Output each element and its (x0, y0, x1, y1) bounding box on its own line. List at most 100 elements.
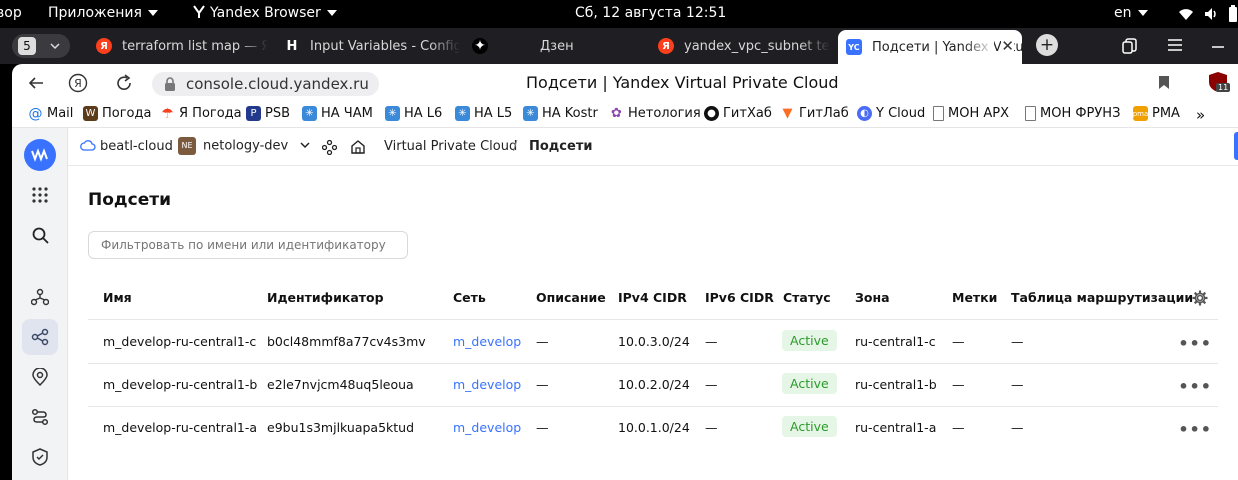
tab-input-variables[interactable]: H Input Variables - Configuration (284, 32, 460, 60)
cell-name[interactable]: m_develop-ru-central1-c (103, 334, 256, 349)
bookmark-na-l6[interactable]: ✳ НА L6 (385, 106, 442, 121)
security-groups-shield-icon[interactable] (22, 439, 58, 475)
screen: вор Приложения Yandex Browser Сб, 12 авг… (0, 0, 1238, 480)
tab-subnets-active[interactable]: YC Подсети | Yandex Virtual Private Clou… (838, 30, 1022, 64)
table-row[interactable]: m_develop-ru-central1-a e9bu1s3mjlkuapa5… (88, 406, 1218, 449)
col-description[interactable]: Описание (536, 290, 606, 305)
breadcrumb-cloud[interactable]: beatl-cloud (80, 139, 173, 154)
battery-icon[interactable] (1228, 5, 1238, 23)
bookmark-mon-frunz[interactable]: МОН ФРУНЗ (1025, 106, 1120, 121)
tab-terraform-list-map[interactable]: Я terraform list map — Яндекс (96, 32, 268, 60)
bookmarks-overflow-icon[interactable]: » (1196, 106, 1205, 124)
services-grid-icon[interactable] (22, 177, 58, 213)
col-ipv4[interactable]: IPv4 CIDR (618, 290, 687, 305)
row-actions-icon[interactable]: ••• (1178, 377, 1212, 396)
yandex-home-icon[interactable]: Я (68, 73, 88, 93)
cell-zone: ru-central1-b (855, 377, 937, 392)
ip-addresses-icon[interactable] (22, 359, 58, 395)
home-icon[interactable] (350, 139, 366, 155)
create-button-edge[interactable] (1234, 132, 1238, 160)
col-status[interactable]: Статус (783, 290, 831, 305)
reload-icon[interactable] (115, 74, 133, 92)
row-actions-icon[interactable]: ••• (1178, 334, 1212, 353)
volume-icon[interactable] (1203, 6, 1219, 22)
new-tab-button[interactable]: + (1036, 34, 1058, 56)
breadcrumb-vpc[interactable]: Virtual Private Cloud (384, 139, 517, 154)
filter-input[interactable] (88, 231, 408, 259)
breadcrumb: beatl-cloud NE netology-dev Virtual Priva… (68, 128, 1238, 166)
chevron-down-icon (147, 10, 158, 16)
subnets-nav-icon[interactable] (22, 319, 58, 355)
bookmark-label: НА L6 (404, 106, 443, 121)
close-tab-icon[interactable]: ✕ (1001, 37, 1014, 55)
tab-dzen[interactable]: ✦ Дзен (472, 32, 642, 60)
col-labels[interactable]: Метки (952, 290, 997, 305)
yandex-cloud-logo-icon[interactable] (24, 139, 56, 171)
page-icon (1025, 106, 1036, 121)
bookmark-label: ГитЛаб (799, 106, 849, 121)
bookmark-na-l5[interactable]: ✳ НА L5 (455, 106, 512, 121)
browser-app-menu[interactable]: Yandex Browser (192, 5, 337, 21)
bookmark-y-cloud[interactable]: ◐ Y Cloud (857, 106, 925, 121)
bookmark-mail[interactable]: @ Mail (28, 106, 73, 122)
cell-network-link[interactable]: m_develop (453, 334, 521, 349)
table-row[interactable]: m_develop-ru-central1-b e2le7nvjcm48uq5l… (88, 363, 1218, 406)
bookmark-pma[interactable]: pma PMA (1133, 106, 1180, 121)
menu-icon[interactable] (1168, 39, 1182, 51)
back-arrow-icon[interactable] (28, 75, 44, 91)
bookmark-label: Y Cloud (876, 106, 926, 121)
bookmark-icon[interactable] (1158, 75, 1170, 90)
col-ipv6[interactable]: IPv6 CIDR (705, 290, 774, 305)
bookmark-ya-pogoda[interactable]: ☂ Я Погода (160, 106, 242, 122)
activities-label[interactable]: вор (0, 5, 22, 21)
breadcrumb-folder[interactable]: NE netology-dev (178, 137, 310, 155)
gitlab-icon: ▼ (780, 106, 795, 121)
cloud-networks-icon[interactable] (22, 279, 58, 315)
bookmark-psb[interactable]: P PSB (246, 106, 290, 121)
bookmark-label: МОН АРХ (948, 106, 1009, 121)
cell-description: — (536, 334, 549, 349)
wave-icon (31, 148, 48, 162)
tab-yandex-vpc-subnet[interactable]: Я yandex_vpc_subnet terraform (658, 32, 830, 60)
collections-icon[interactable] (1122, 38, 1138, 54)
wifi-icon[interactable] (1178, 7, 1194, 21)
route-tables-icon[interactable] (22, 399, 58, 435)
col-id[interactable]: Идентификатор (267, 290, 384, 305)
bookmark-gitlab[interactable]: ▼ ГитЛаб (780, 106, 849, 121)
cell-name[interactable]: m_develop-ru-central1-b (103, 377, 257, 392)
tab-label: Подсети | Yandex Virtual Private Cloud (872, 39, 1022, 55)
col-name[interactable]: Имя (103, 290, 132, 305)
yandex-icon: Я (96, 38, 112, 54)
row-actions-icon[interactable]: ••• (1178, 420, 1212, 439)
col-network[interactable]: Сеть (453, 290, 486, 305)
apps-menu[interactable]: Приложения (48, 5, 158, 21)
apps-menu-label: Приложения (48, 5, 142, 21)
bookmark-github[interactable]: ● ГитХаб (704, 106, 772, 121)
tab-counter-button[interactable]: 5 (12, 34, 70, 58)
bookmark-label: МОН ФРУНЗ (1040, 106, 1121, 121)
cell-network-link[interactable]: m_develop (453, 377, 521, 392)
extension-ublock[interactable]: 11 (1208, 71, 1232, 95)
gear-icon[interactable] (1192, 290, 1208, 306)
service-map-icon[interactable] (322, 140, 337, 155)
table-row[interactable]: m_develop-ru-central1-c b0cl48mmf8a77cv4… (88, 320, 1218, 363)
netology-icon: ✿ (609, 106, 624, 121)
language-indicator[interactable]: en (1114, 5, 1148, 21)
search-icon[interactable] (22, 217, 58, 253)
bookmark-na-kostr[interactable]: ✳ НА Kostr (523, 106, 598, 121)
minimize-icon[interactable] (1212, 46, 1224, 48)
col-route-table[interactable]: Таблица маршрутизации (1011, 290, 1193, 305)
bookmark-pogoda[interactable]: W Погода (83, 106, 151, 121)
bookmark-netology[interactable]: ✿ Нетология (609, 106, 701, 121)
cloud-site-icon: ◐ (857, 106, 872, 121)
cell-name[interactable]: m_develop-ru-central1-a (103, 420, 257, 435)
cell-network-link[interactable]: m_develop (453, 420, 521, 435)
bookmark-na-cham[interactable]: ✳ НА ЧАМ (302, 106, 373, 121)
lock-icon[interactable] (164, 77, 176, 91)
col-zone[interactable]: Зона (855, 290, 890, 305)
url-pill[interactable]: console.cloud.yandex.ru (152, 72, 379, 96)
clock[interactable]: Сб, 12 августа 12:51 (575, 5, 726, 21)
bookmark-mon-arh[interactable]: МОН АРХ (933, 106, 1009, 121)
network-site-icon: ✳ (385, 106, 400, 121)
yandex-browser-icon (193, 5, 205, 18)
